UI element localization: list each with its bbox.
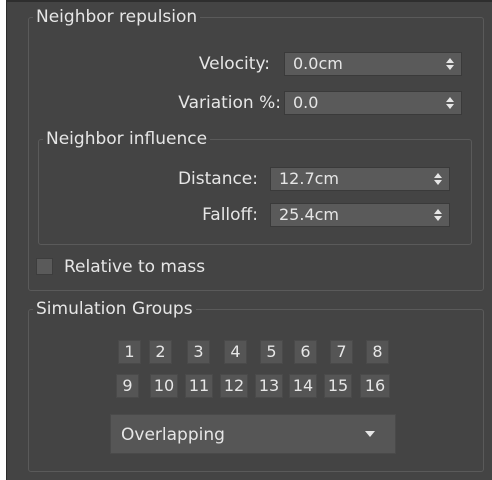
- group-button-16[interactable]: 16: [360, 374, 390, 398]
- variation-value: 0.0: [293, 93, 319, 112]
- neighbor-influence-title: Neighbor influence: [46, 129, 208, 149]
- group-button-1[interactable]: 1: [118, 340, 141, 364]
- falloff-spinner[interactable]: 25.4cm: [270, 203, 450, 227]
- group-button-2[interactable]: 2: [149, 340, 172, 364]
- group-button-9[interactable]: 9: [116, 374, 139, 398]
- overlap-mode-value: Overlapping: [121, 425, 225, 445]
- distance-label: Distance:: [177, 169, 258, 189]
- spinner-arrows-icon[interactable]: [433, 207, 443, 223]
- velocity-label: Velocity:: [198, 54, 270, 74]
- spinner-arrows-icon[interactable]: [445, 56, 455, 72]
- group-button-12[interactable]: 12: [220, 374, 248, 398]
- variation-spinner[interactable]: 0.0: [284, 91, 462, 115]
- group-button-6[interactable]: 6: [294, 340, 317, 364]
- group-button-11[interactable]: 11: [185, 374, 213, 398]
- spinner-arrows-icon[interactable]: [433, 171, 443, 187]
- relative-to-mass-label[interactable]: Relative to mass: [64, 255, 205, 279]
- distance-spinner[interactable]: 12.7cm: [270, 167, 450, 191]
- simulation-groups-title: Simulation Groups: [36, 299, 193, 319]
- chevron-down-icon[interactable]: [365, 431, 375, 437]
- velocity-value: 0.0cm: [293, 54, 343, 73]
- variation-label: Variation %:: [178, 93, 281, 113]
- spinner-arrows-icon[interactable]: [445, 95, 455, 111]
- panel-top-border: [6, 0, 492, 2]
- distance-value: 12.7cm: [279, 169, 340, 188]
- group-button-5[interactable]: 5: [260, 340, 283, 364]
- group-button-3[interactable]: 3: [187, 340, 210, 364]
- group-button-15[interactable]: 15: [324, 374, 352, 398]
- group-button-7[interactable]: 7: [330, 340, 353, 364]
- neighbor-repulsion-title: Neighbor repulsion: [36, 7, 198, 27]
- falloff-label: Falloff:: [202, 205, 258, 225]
- group-button-13[interactable]: 13: [255, 374, 283, 398]
- falloff-value: 25.4cm: [279, 205, 340, 224]
- overlap-mode-dropdown[interactable]: Overlapping: [110, 414, 396, 454]
- velocity-spinner[interactable]: 0.0cm: [284, 52, 462, 76]
- relative-to-mass-checkbox[interactable]: [36, 258, 53, 275]
- group-button-14[interactable]: 14: [289, 374, 317, 398]
- group-button-8[interactable]: 8: [366, 340, 389, 364]
- group-button-10[interactable]: 10: [150, 374, 178, 398]
- group-button-4[interactable]: 4: [224, 340, 247, 364]
